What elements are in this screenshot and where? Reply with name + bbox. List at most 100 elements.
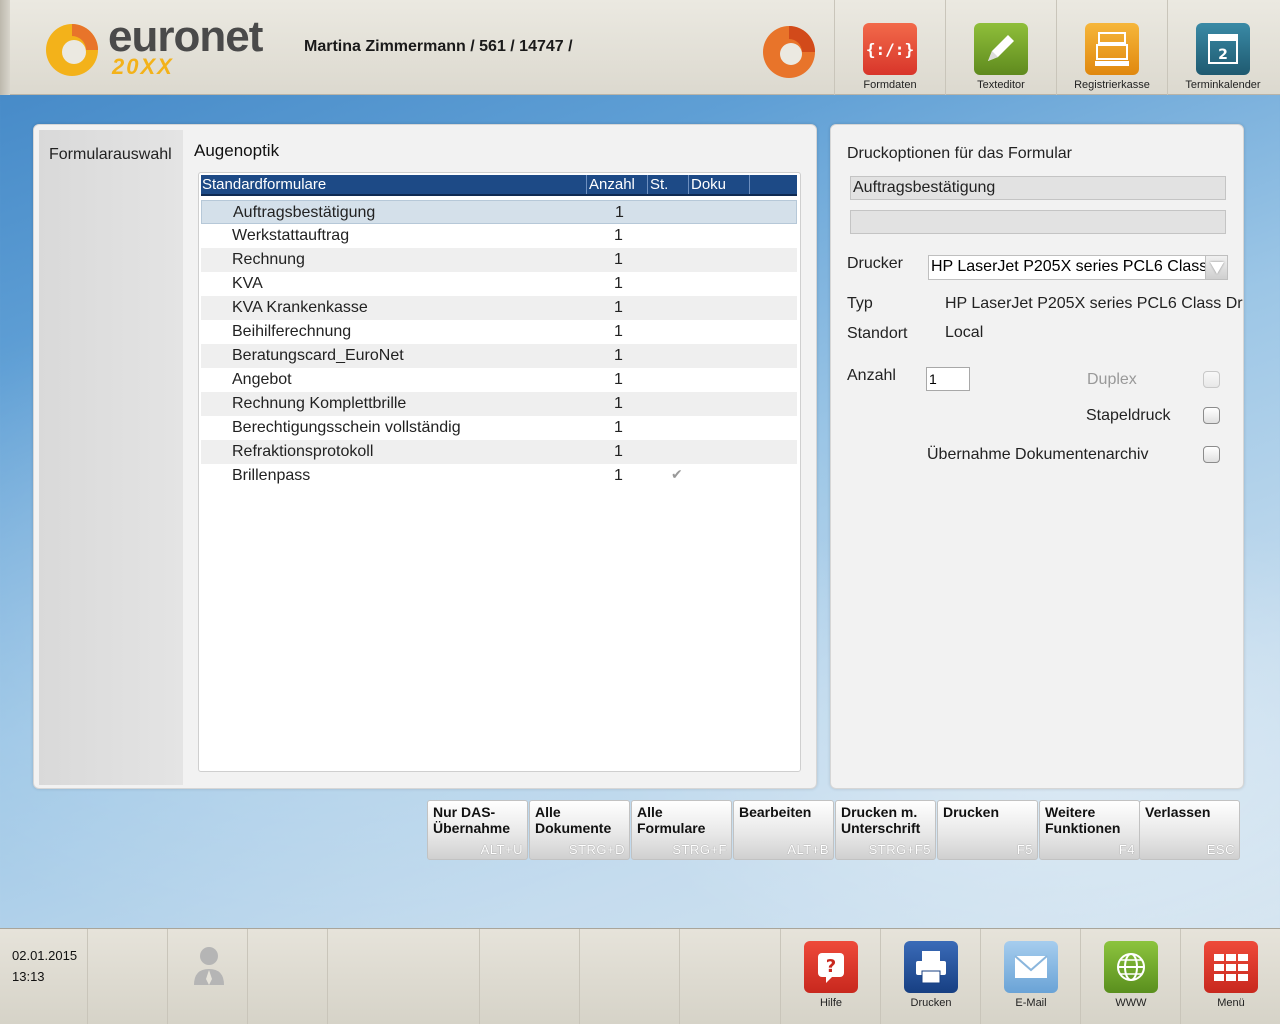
user-cell[interactable]: [168, 929, 248, 1024]
fkey-drucken-unterschrift[interactable]: Drucken m. Unterschrift STRG+F5: [835, 800, 936, 860]
row-form-name: Werkstattauftrag: [232, 227, 350, 244]
fkey-label-line1: Bearbeiten: [739, 804, 812, 820]
email-label: E-Mail: [1015, 997, 1047, 1009]
header-edge: [0, 0, 10, 95]
user-info: Martina Zimmermann / 561 / 14747 /: [304, 38, 573, 55]
drucken-button[interactable]: Drucken: [880, 929, 980, 1024]
table-row[interactable]: Auftragsbestätigung 1: [201, 200, 797, 224]
mail-icon: [1004, 941, 1058, 993]
table-row[interactable]: KVA Krankenkasse 1: [201, 296, 797, 320]
grid-menu-icon: [1204, 941, 1258, 993]
row-count: 1: [614, 419, 623, 436]
archive-checkbox[interactable]: [1203, 446, 1220, 463]
time: 13:13: [12, 969, 45, 984]
fkey-bearbeiten[interactable]: Bearbeiten ALT+B: [733, 800, 834, 860]
email-button[interactable]: E-Mail: [980, 929, 1080, 1024]
duplex-checkbox[interactable]: [1203, 371, 1220, 388]
menu-label: Menü: [1217, 997, 1245, 1009]
www-label: WWW: [1115, 997, 1147, 1009]
registrierkasse-label: Registrierkasse: [1074, 79, 1150, 91]
row-status-check-icon: ✔: [671, 466, 683, 482]
table-row[interactable]: Rechnung 1: [201, 248, 797, 272]
count-input[interactable]: 1: [926, 367, 970, 391]
duplex-label: Duplex: [1087, 371, 1137, 388]
fkey-label-line1: Alle: [637, 804, 663, 820]
texteditor-button[interactable]: Texteditor: [945, 0, 1055, 95]
function-key-bar: Nur DAS- Übernahme ALT+U Alle Dokumente ST…: [427, 800, 1240, 860]
fkey-label-line1: Nur DAS-: [433, 804, 496, 820]
table-row[interactable]: Werkstattauftrag 1: [201, 224, 797, 248]
printer-icon: [904, 941, 958, 993]
column-header-doku[interactable]: Doku: [691, 176, 726, 193]
column-header-anzahl[interactable]: Anzahl: [589, 176, 635, 193]
registrierkasse-button[interactable]: Registrierkasse: [1056, 0, 1166, 95]
calendar-icon: 2: [1196, 23, 1250, 75]
fkey-label-line1: Weitere: [1045, 804, 1096, 820]
form-selection-panel: Formularauswahl Augenoptik Standardformu…: [33, 124, 817, 789]
footer-empty-cell: [328, 929, 480, 1024]
menu-button[interactable]: Menü: [1180, 929, 1280, 1024]
fkey-verlassen[interactable]: Verlassen ESC: [1139, 800, 1240, 860]
terminkalender-button[interactable]: 2 Terminkalender: [1167, 0, 1277, 95]
column-header-st[interactable]: St.: [650, 176, 668, 193]
table-row[interactable]: Rechnung Komplettbrille 1: [201, 392, 797, 416]
user-icon: [194, 947, 224, 985]
row-count: 1: [614, 251, 623, 268]
table-row[interactable]: Angebot 1: [201, 368, 797, 392]
formdaten-icon: {:/:}: [863, 23, 917, 75]
fkey-drucken[interactable]: Drucken F5: [937, 800, 1038, 860]
fkey-shortcut: STRG+F: [672, 842, 727, 857]
archive-label: Übernahme Dokumentenarchiv: [927, 446, 1149, 463]
chevron-down-icon[interactable]: [1205, 256, 1227, 279]
table-row[interactable]: Brillenpass 1 ✔: [201, 464, 797, 488]
table-row[interactable]: Beihilferechnung 1: [201, 320, 797, 344]
row-form-name: Rechnung Komplettbrille: [232, 395, 407, 412]
date: 02.01.2015: [12, 948, 78, 963]
fkey-label-line1: Verlassen: [1145, 804, 1211, 820]
fkey-alle-dokumente[interactable]: Alle Dokumente STRG+D: [529, 800, 630, 860]
svg-text:?: ?: [826, 956, 836, 977]
drucken-label: Drucken: [910, 997, 952, 1009]
footer-bar: 02.01.2015 13:13 ? Hilfe Drucken E-Mail W: [0, 928, 1280, 1024]
section-title: Augenoptik: [194, 141, 280, 160]
hilfe-label: Hilfe: [819, 997, 842, 1009]
row-count: 1: [614, 395, 623, 412]
nav-item-formularauswahl[interactable]: Formularauswahl: [49, 146, 172, 164]
table-row[interactable]: Refraktionsprotokoll 1: [201, 440, 797, 464]
fkey-das-uebernahme[interactable]: Nur DAS- Übernahme ALT+U: [427, 800, 528, 860]
hilfe-button[interactable]: ? Hilfe: [780, 929, 880, 1024]
table-row[interactable]: Beratungscard_EuroNet 1: [201, 344, 797, 368]
fkey-shortcut: ALT+U: [480, 842, 523, 857]
type-value: HP LaserJet P205X series PCL6 Class Driv…: [945, 295, 1244, 312]
row-count: 1: [614, 323, 623, 340]
datetime-cell: 02.01.2015 13:13: [0, 929, 88, 1024]
fkey-label-line2: Unterschrift: [841, 820, 921, 836]
row-count: 1: [614, 347, 623, 364]
row-count: 1: [615, 204, 624, 221]
www-button[interactable]: WWW: [1080, 929, 1180, 1024]
row-form-name: KVA Krankenkasse: [232, 299, 368, 316]
header-bar: euronet 20XX Martina Zimmermann / 561 / …: [0, 0, 1280, 95]
type-label: Typ: [847, 295, 873, 312]
svg-text:{:/:}: {:/:}: [866, 40, 914, 59]
table-row[interactable]: KVA 1: [201, 272, 797, 296]
row-count: 1: [614, 275, 623, 292]
fkey-shortcut: STRG+D: [568, 842, 625, 857]
fkey-label-line2: Übernahme: [433, 820, 511, 836]
fkey-label-line2: Funktionen: [1045, 820, 1121, 836]
fkey-weitere-funktionen[interactable]: Weitere Funktionen F4: [1039, 800, 1140, 860]
formdaten-button[interactable]: {:/:} Formdaten: [834, 0, 944, 95]
stapeldruck-checkbox[interactable]: [1203, 407, 1220, 424]
row-form-name: Rechnung: [232, 251, 305, 268]
column-header-standardformulare[interactable]: Standardformulare: [202, 176, 326, 193]
pencil-icon: [974, 23, 1028, 75]
printer-select[interactable]: HP LaserJet P205X series PCL6 Class Driv…: [928, 255, 1228, 280]
table-row[interactable]: Berechtigungsschein vollständig 1: [201, 416, 797, 440]
print-options-title: Druckoptionen für das Formular: [847, 145, 1072, 162]
fkey-shortcut: F5: [1016, 842, 1033, 857]
row-form-name: Beihilferechnung: [232, 323, 352, 340]
fkey-alle-formulare[interactable]: Alle Formulare STRG+F: [631, 800, 732, 860]
fkey-shortcut: ALT+B: [787, 842, 829, 857]
euronet-logo-icon: [46, 24, 98, 76]
svg-text:2: 2: [1218, 47, 1228, 63]
